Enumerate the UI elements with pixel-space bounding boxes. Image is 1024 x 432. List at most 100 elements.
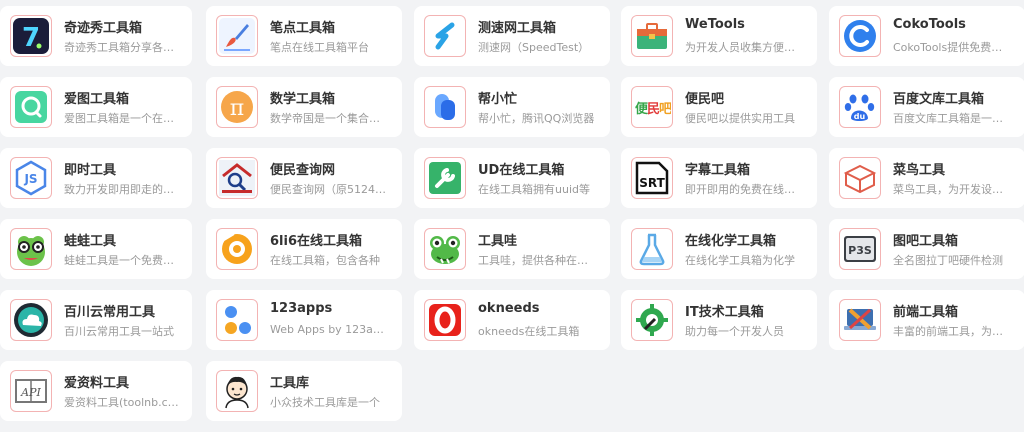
okneeds-icon xyxy=(424,299,466,341)
tool-description: 百度文库工具箱是一个工具 xyxy=(893,112,1013,125)
tool-title[interactable]: 菜鸟工具 xyxy=(893,159,1017,178)
tool-title[interactable]: CokoTools xyxy=(893,17,1017,32)
tool-card[interactable]: 测速网工具箱测速网（SpeedTest） xyxy=(414,6,610,66)
tool-card[interactable]: 前端工具箱丰富的前端工具，为开发 xyxy=(829,290,1024,350)
svg-text:du: du xyxy=(854,112,866,121)
tool-description: 便民吧以提供实用工具 xyxy=(685,112,795,125)
tool-title[interactable]: 蛙蛙工具 xyxy=(64,230,184,249)
tool-description: okneeds在线工具箱 xyxy=(478,325,580,338)
toolbox-icon xyxy=(631,15,673,57)
tool-title[interactable]: 爱资料工具 xyxy=(64,372,184,391)
api-book-icon: API xyxy=(10,370,52,412)
svg-text:吧: 吧 xyxy=(659,102,671,117)
tool-title[interactable]: 百川云常用工具 xyxy=(64,301,184,320)
tool-title[interactable]: 百度文库工具箱 xyxy=(893,88,1017,107)
tool-card[interactable]: 工具哇工具哇，提供各种在线工具 xyxy=(414,219,610,279)
p3s-icon: P3S xyxy=(839,228,881,270)
tool-description: 数学帝国是一个集合工具 xyxy=(270,112,390,125)
tool-description: 在线工具箱，包含各种 xyxy=(270,254,380,267)
tool-description: 工具哇，提供各种在线工具 xyxy=(478,254,598,267)
tool-description: 致力开发即用即走的工具 xyxy=(64,183,180,196)
tool-description: 小众技术工具库是一个 xyxy=(270,396,380,409)
cloud-icon xyxy=(10,299,52,341)
tool-description: 爱资料工具(toolnb.com) xyxy=(64,396,180,409)
tool-description: Web Apps by 123apps xyxy=(270,323,390,336)
tool-title[interactable]: IT技术工具箱 xyxy=(685,301,809,320)
tool-card[interactable]: WeTools 为开发人员收集方便的工具 xyxy=(621,6,817,66)
tool-title[interactable]: WeTools xyxy=(685,17,809,32)
svg-text:SRT: SRT xyxy=(639,176,665,190)
tool-title[interactable]: 便民查询网 xyxy=(270,159,394,178)
tool-card[interactable]: 在线化学工具箱在线化学工具箱为化学 xyxy=(621,219,817,279)
tool-description: 测速网（SpeedTest） xyxy=(478,41,590,54)
tool-description: 笔点在线工具箱平台 xyxy=(270,41,369,54)
tool-card[interactable]: API 爱资料工具爱资料工具(toolnb.com) xyxy=(0,361,192,421)
tool-card[interactable]: 工具库小众技术工具库是一个 xyxy=(206,361,402,421)
tool-description: 助力每一个开发人员 xyxy=(685,325,784,338)
tool-description: 即开即用的免费在线工具 xyxy=(685,183,805,196)
tool-card[interactable]: IT技术工具箱助力每一个开发人员 xyxy=(621,290,817,350)
tool-card[interactable]: 百川云常用工具百川云常用工具一站式 xyxy=(0,290,192,350)
tool-description: 在线化学工具箱为化学 xyxy=(685,254,795,267)
tool-title[interactable]: 6li6在线工具箱 xyxy=(270,230,394,249)
tool-description: 丰富的前端工具，为开发 xyxy=(893,325,1013,338)
tool-card[interactable]: 帮小忙 帮小忙，腾讯QQ浏览器 xyxy=(414,77,610,137)
tool-title[interactable]: 数学工具箱 xyxy=(270,88,394,107)
tool-description: CokoTools提供免费工具 xyxy=(893,41,1013,54)
tool-title[interactable]: 便民吧 xyxy=(685,88,809,107)
tool-title[interactable]: 123apps xyxy=(270,301,394,316)
qijixiu-icon: 7 xyxy=(10,15,52,57)
tool-card[interactable]: 蛙蛙工具蛙蛙工具是一个免费工具 xyxy=(0,219,192,279)
tool-description: 蛙蛙工具是一个免费工具 xyxy=(64,254,180,267)
tool-description: 便民查询网（原51240） xyxy=(270,183,390,196)
tool-description: 在线工具箱拥有uuid等 xyxy=(478,183,590,196)
tool-title[interactable]: 即时工具 xyxy=(64,159,184,178)
tool-card[interactable]: du 百度文库工具箱百度文库工具箱是一个工具 xyxy=(829,77,1024,137)
frog-glasses-icon xyxy=(10,228,52,270)
tool-card[interactable]: UD在线工具箱在线工具箱拥有uuid等 xyxy=(414,148,610,208)
tool-card[interactable]: okneeds okneeds在线工具箱 xyxy=(414,290,610,350)
tool-title[interactable]: 测速网工具箱 xyxy=(478,17,602,36)
6li6-icon xyxy=(216,228,258,270)
tool-title[interactable]: 工具库 xyxy=(270,372,394,391)
tool-card[interactable]: π 数学工具箱 数学帝国是一个集合工具 xyxy=(206,77,402,137)
tool-title[interactable]: 帮小忙 xyxy=(478,88,602,107)
tool-title[interactable]: 前端工具箱 xyxy=(893,301,1017,320)
tool-title[interactable]: 字幕工具箱 xyxy=(685,159,809,178)
tool-description: 全名图拉丁吧硬件检测 xyxy=(893,254,1003,267)
tool-card[interactable]: 7 奇迹秀工具箱奇迹秀工具箱分享各种实用工具 xyxy=(0,6,192,66)
tool-card[interactable]: 笔点工具箱笔点在线工具箱平台 xyxy=(206,6,402,66)
tool-title[interactable]: 笔点工具箱 xyxy=(270,17,394,36)
bangxiaomang-icon xyxy=(424,86,466,128)
tool-title[interactable]: 工具哇 xyxy=(478,230,602,249)
tool-title[interactable]: 奇迹秀工具箱 xyxy=(64,17,184,36)
tool-title[interactable]: 在线化学工具箱 xyxy=(685,230,809,249)
tool-title[interactable]: 图吧工具箱 xyxy=(893,230,1017,249)
tool-card[interactable]: JS 即时工具 致力开发即用即走的工具 xyxy=(0,148,192,208)
tool-card[interactable]: 便民查询网便民查询网（原51240） xyxy=(206,148,402,208)
flask-icon xyxy=(631,228,673,270)
tool-description: 菜鸟工具，为开发设计人员 xyxy=(893,183,1013,196)
tool-title[interactable]: UD在线工具箱 xyxy=(478,159,602,178)
tool-card[interactable]: 菜鸟工具菜鸟工具，为开发设计人员 xyxy=(829,148,1024,208)
tool-card[interactable]: 便民吧便民吧 便民吧以提供实用工具 xyxy=(621,77,817,137)
frog-icon xyxy=(424,228,466,270)
tool-title[interactable]: 爱图工具箱 xyxy=(64,88,184,107)
tool-card[interactable]: 6li6在线工具箱在线工具箱，包含各种 xyxy=(206,219,402,279)
tool-title[interactable]: okneeds xyxy=(478,301,602,316)
search-house-icon xyxy=(216,157,258,199)
cokotools-icon xyxy=(839,15,881,57)
tool-card[interactable]: CokoTools CokoTools提供免费工具 xyxy=(829,6,1024,66)
svg-text:API: API xyxy=(20,386,41,399)
tool-description: 爱图工具箱是一个在线工具 xyxy=(64,112,180,125)
tool-card[interactable]: P3S 图吧工具箱全名图拉丁吧硬件检测 xyxy=(829,219,1024,279)
srt-icon: SRT xyxy=(631,157,673,199)
tool-card[interactable]: SRT 字幕工具箱即开即用的免费在线工具 xyxy=(621,148,817,208)
baidu-paw-icon: du xyxy=(839,86,881,128)
speedtest-icon xyxy=(424,15,466,57)
tool-description: 奇迹秀工具箱分享各种实用工具 xyxy=(64,41,180,54)
tool-card[interactable]: 爱图工具箱爱图工具箱是一个在线工具 xyxy=(0,77,192,137)
tool-card[interactable]: 123apps Web Apps by 123apps xyxy=(206,290,402,350)
tool-description: 百川云常用工具一站式 xyxy=(64,325,174,338)
svg-text:P3S: P3S xyxy=(848,244,872,257)
